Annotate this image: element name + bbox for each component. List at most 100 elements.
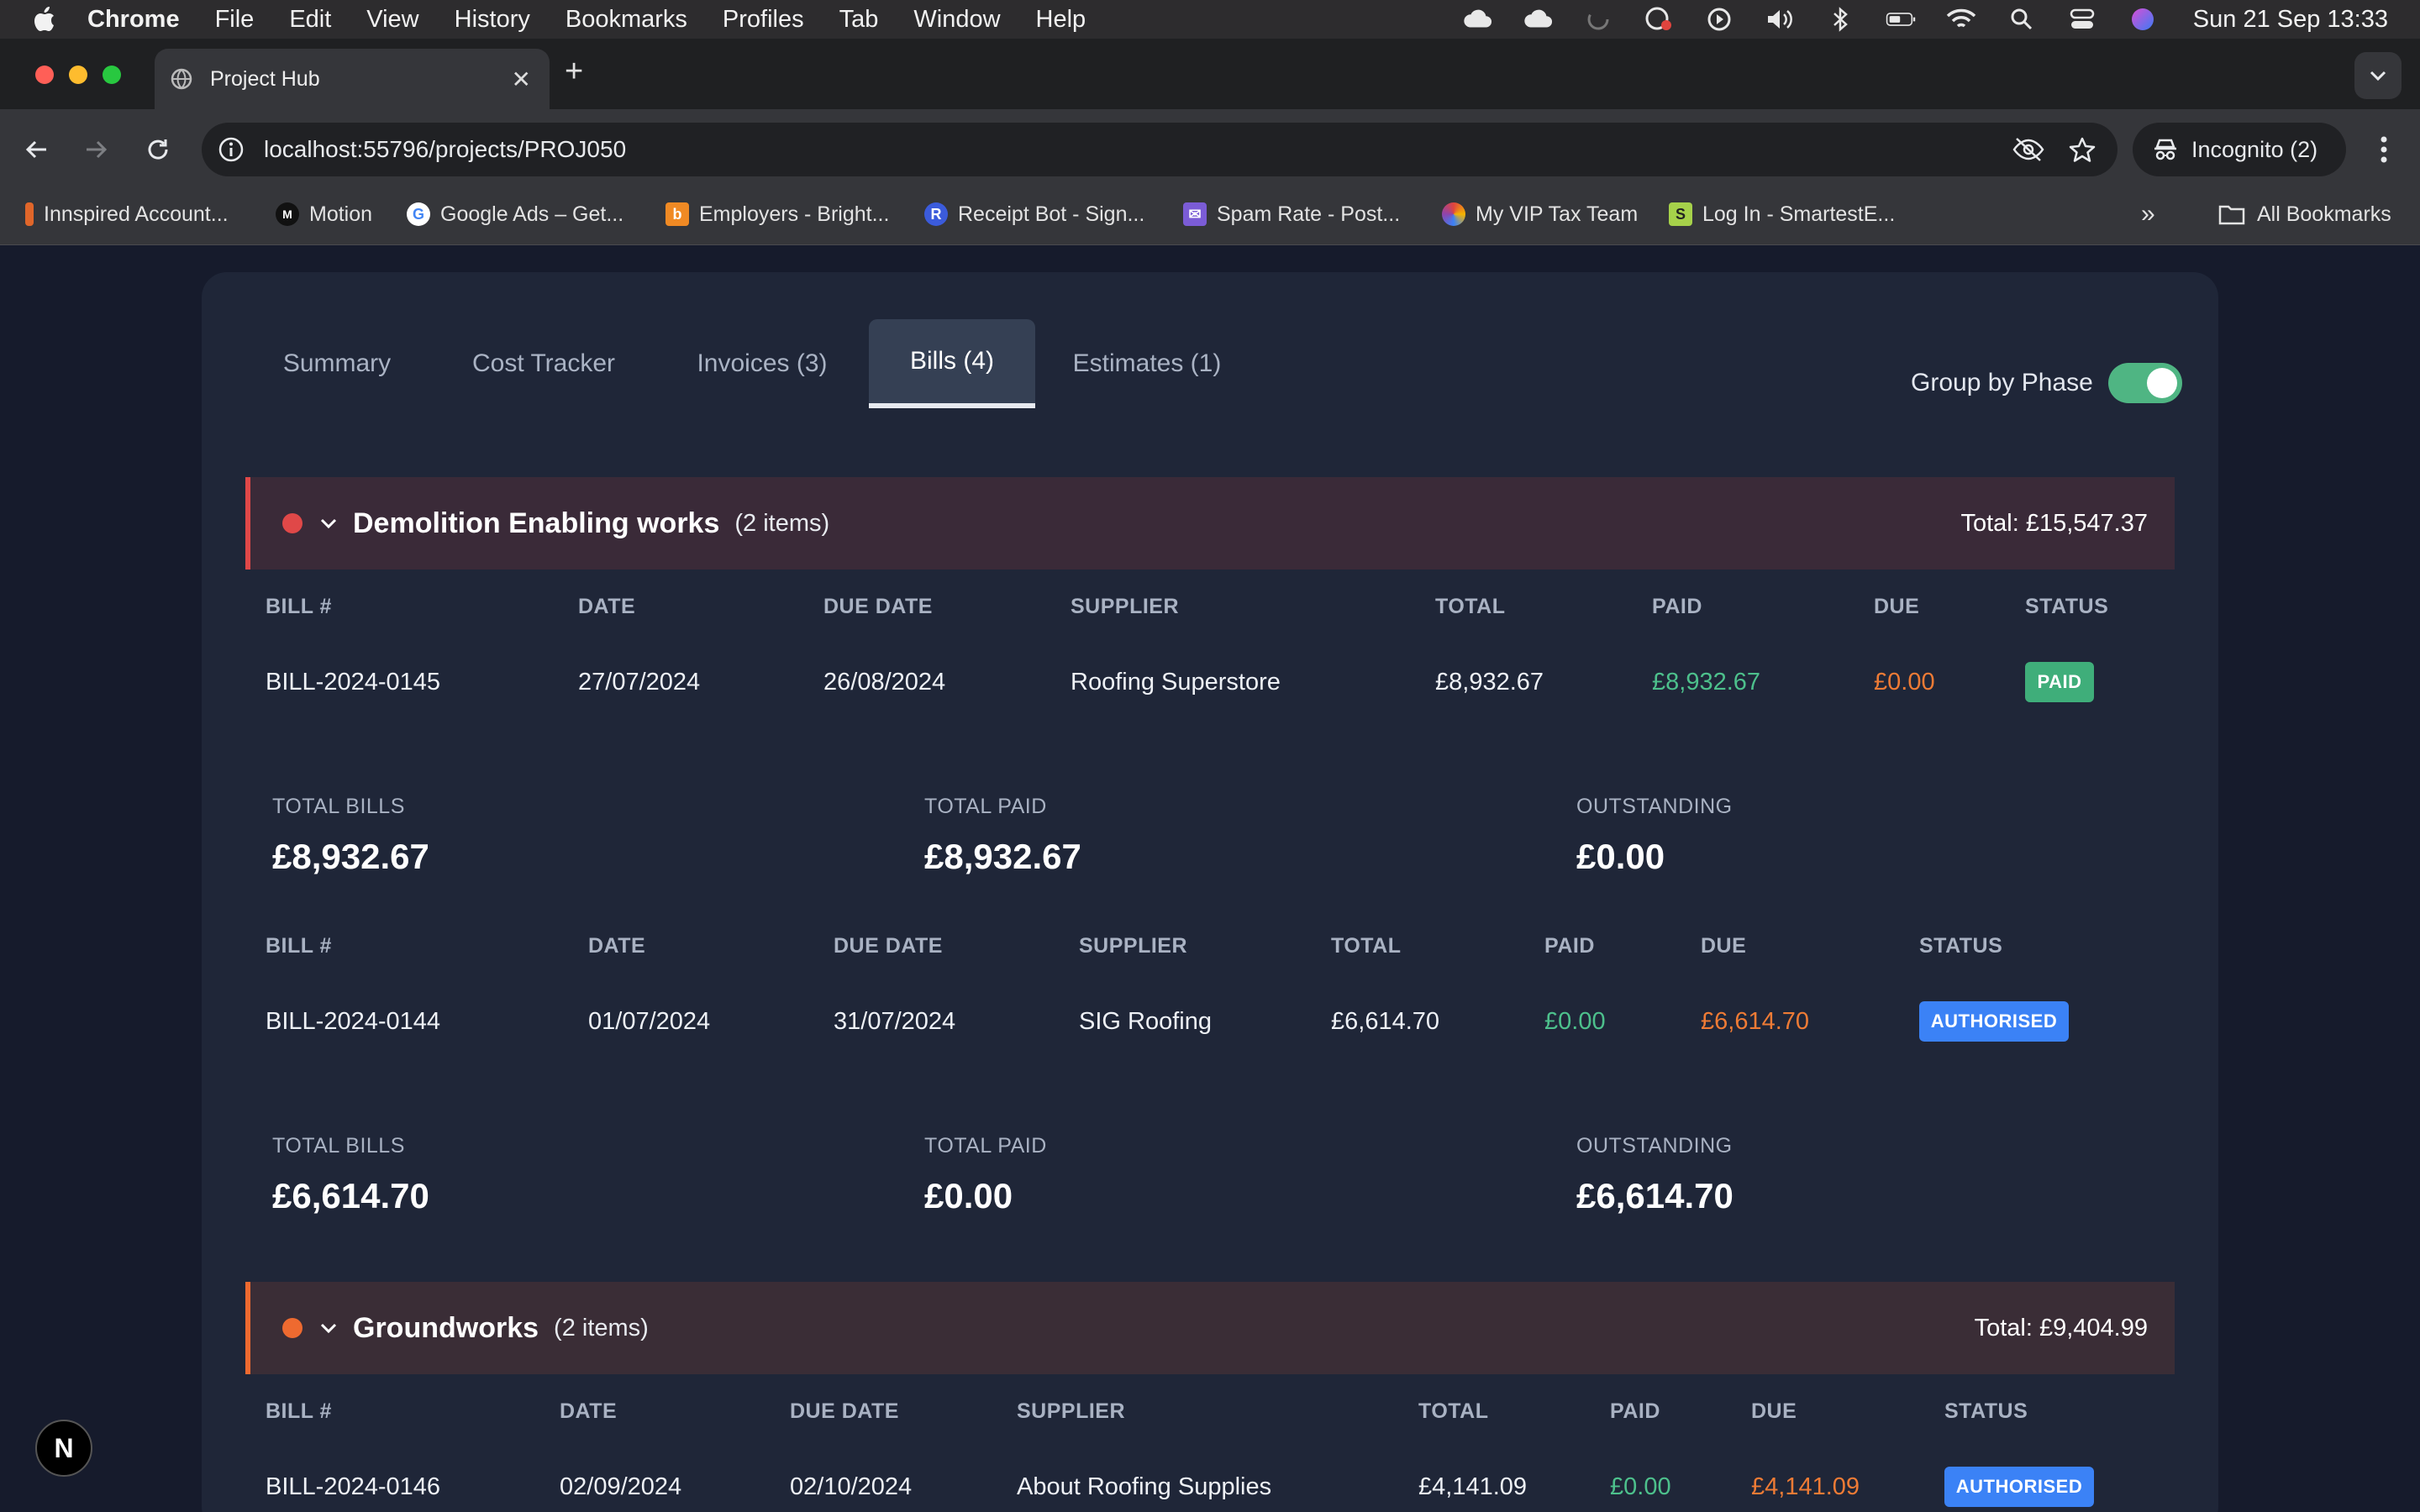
more-options-icon[interactable] [2371, 133, 2396, 166]
column-header-status: STATUS [1944, 1399, 2028, 1423]
group-by-phase: Group by Phase [1911, 363, 2182, 403]
back-button[interactable] [20, 133, 54, 166]
nextjs-dev-badge[interactable]: N [35, 1420, 92, 1477]
chevron-down-icon[interactable] [316, 1315, 341, 1341]
phase-name: Groundworks [353, 1311, 539, 1344]
menu-profiles[interactable]: Profiles [723, 6, 804, 34]
bookmark-star-icon[interactable] [2069, 136, 2096, 163]
phase-header[interactable]: Groundworks (2 items) Total: £9,404.99 [245, 1282, 2175, 1374]
bookmark-item[interactable]: S Log In - SmartestE... [1669, 195, 1895, 234]
maximize-window-button[interactable] [103, 66, 121, 84]
bill-supplier: SIG Roofing [1079, 1008, 1212, 1035]
url-text[interactable]: localhost:55796/projects/PROJ050 [264, 136, 626, 163]
column-header-bill-number: BILL # [266, 1399, 332, 1423]
address-bar[interactable]: localhost:55796/projects/PROJ050 [202, 123, 2118, 176]
wifi-icon[interactable] [1946, 7, 1976, 32]
bookmark-label: Employers - Bright... [699, 202, 890, 226]
bill-date: 27/07/2024 [578, 669, 701, 696]
spiral-icon[interactable] [1583, 7, 1613, 32]
tab-bills[interactable]: Bills (4) [869, 319, 1035, 408]
reload-button[interactable] [141, 133, 175, 166]
phase-name: Demolition Enabling works [353, 507, 720, 539]
tab-cost-tracker[interactable]: Cost Tracker [452, 319, 635, 408]
site-info-icon[interactable] [217, 135, 245, 164]
all-bookmarks-button[interactable]: All Bookmarks [2218, 195, 2391, 234]
bill-number[interactable]: BILL-2024-0146 [266, 1473, 440, 1501]
close-window-button[interactable] [35, 66, 54, 84]
cloud-icon[interactable] [1462, 7, 1492, 32]
bluetooth-icon[interactable] [1825, 7, 1855, 32]
minimize-window-button[interactable] [69, 66, 87, 84]
phase-header[interactable]: Demolition Enabling works (2 items) Tota… [245, 477, 2175, 570]
bill-number[interactable]: BILL-2024-0145 [266, 669, 440, 696]
toggle-knob [2146, 368, 2177, 398]
chevron-down-icon[interactable] [316, 511, 341, 536]
eye-off-icon[interactable] [2012, 136, 2045, 163]
bookmark-item[interactable]: My VIP Tax Team [1442, 195, 1638, 234]
menu-app-name[interactable]: Chrome [87, 6, 180, 34]
bill-number[interactable]: BILL-2024-0144 [266, 1008, 440, 1036]
menu-tab[interactable]: Tab [839, 6, 879, 34]
battery-icon[interactable] [1886, 7, 1916, 32]
outstanding-value: £0.00 [1576, 837, 1665, 876]
control-center-icon[interactable] [2067, 7, 2097, 32]
bookmark-favicon-icon [25, 202, 34, 226]
brighthr-logo-icon: b [666, 202, 689, 226]
bookmark-item[interactable]: Innspired Account... [25, 195, 229, 234]
bookmark-item[interactable]: M Motion [276, 195, 372, 234]
bookmark-item[interactable]: R Receipt Bot - Sign... [924, 195, 1144, 234]
volume-icon[interactable] [1765, 7, 1795, 32]
column-header-paid: PAID [1544, 934, 1595, 958]
bill-due: £4,141.09 [1751, 1473, 1860, 1500]
bill-total: £8,932.67 [1435, 669, 1544, 696]
menu-bookmarks[interactable]: Bookmarks [566, 6, 687, 34]
menu-edit[interactable]: Edit [289, 6, 331, 34]
apple-icon[interactable] [32, 6, 57, 33]
bookmark-label: My VIP Tax Team [1476, 202, 1639, 226]
bill-paid: £8,932.67 [1652, 669, 1761, 696]
column-header-due-date: DUE DATE [834, 934, 943, 958]
siri-icon[interactable] [2128, 7, 2158, 32]
record-icon[interactable] [1644, 7, 1674, 32]
menu-view[interactable]: View [366, 6, 418, 34]
group-by-phase-toggle[interactable] [2107, 363, 2182, 403]
column-header-due: DUE [1874, 595, 1920, 618]
tab-estimates[interactable]: Estimates (1) [1062, 319, 1232, 408]
bookmark-item[interactable]: G Google Ads – Get... [407, 195, 623, 234]
bill-paid: £0.00 [1610, 1473, 1671, 1500]
tab-search-button[interactable] [2354, 52, 2402, 99]
play-icon[interactable] [1704, 7, 1734, 32]
cloud-icon[interactable] [1523, 7, 1553, 32]
menu-window[interactable]: Window [913, 6, 1000, 34]
tab-invoices[interactable]: Invoices (3) [677, 319, 847, 408]
bill-paid: £0.00 [1544, 1008, 1606, 1035]
menu-file[interactable]: File [215, 6, 255, 34]
vip-tax-logo-icon [1442, 202, 1465, 226]
motion-logo-icon: M [276, 202, 299, 226]
menu-help[interactable]: Help [1036, 6, 1086, 34]
forward-button[interactable] [79, 133, 113, 166]
bookmark-item[interactable]: ✉ Spam Rate - Post... [1183, 195, 1400, 234]
browser-tab[interactable]: Project Hub ✕ [155, 49, 550, 109]
group-by-phase-label: Group by Phase [1911, 369, 2093, 396]
bill-due: £0.00 [1874, 669, 1935, 696]
menu-history[interactable]: History [455, 6, 530, 34]
incognito-button[interactable]: Incognito (2) [2133, 123, 2346, 176]
column-header-date: DATE [588, 934, 646, 958]
google-logo-icon: G [407, 202, 430, 226]
column-header-total: TOTAL [1418, 1399, 1489, 1423]
bookmark-label: Google Ads – Get... [440, 202, 624, 226]
tab-summary[interactable]: Summary [264, 319, 410, 408]
status-badge: AUTHORISED [1919, 1001, 2069, 1042]
bookmark-label: Log In - SmartestE... [1702, 202, 1896, 226]
new-tab-button[interactable]: + [565, 54, 583, 90]
close-tab-icon[interactable]: ✕ [512, 66, 531, 93]
search-icon[interactable] [2007, 7, 2037, 32]
menu-clock[interactable]: Sun 21 Sep 13:33 [2193, 6, 2388, 34]
bookmark-item[interactable]: b Employers - Bright... [666, 195, 889, 234]
bill-due: £6,614.70 [1701, 1008, 1810, 1035]
total-bills-value: £6,614.70 [272, 1176, 429, 1215]
bill-supplier: About Roofing Supplies [1017, 1473, 1272, 1500]
bookmarks-overflow-button[interactable]: » [2141, 195, 2155, 234]
column-header-supplier: SUPPLIER [1017, 1399, 1126, 1423]
